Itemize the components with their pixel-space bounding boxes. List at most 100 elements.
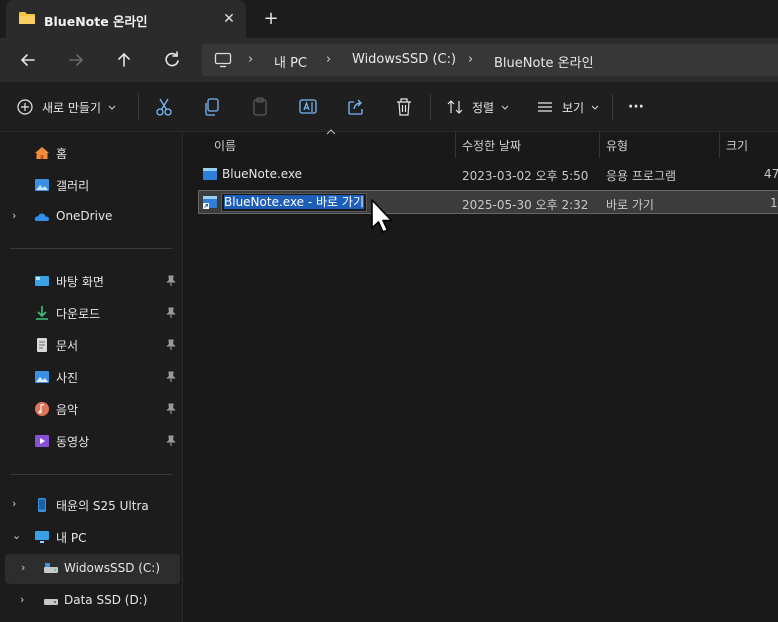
phone-icon	[38, 498, 46, 512]
folder-icon	[19, 12, 35, 24]
sidebar-item-label: 내 PC	[56, 531, 87, 545]
column-divider[interactable]	[455, 132, 456, 158]
file-type: 응용 프로그램	[606, 169, 677, 183]
pin-icon[interactable]	[164, 370, 178, 384]
sidebar-item-pictures[interactable]: 사진	[0, 362, 183, 392]
back-arrow-icon[interactable]	[16, 48, 40, 72]
home-icon	[35, 147, 49, 159]
sidebar-item-downloads[interactable]: 다운로드	[0, 298, 183, 328]
pin-icon[interactable]	[164, 274, 178, 288]
chevron-down-icon[interactable]: ⌄	[12, 529, 24, 543]
close-tab-icon[interactable]: ✕	[219, 9, 239, 29]
chevron-right-icon[interactable]: ›	[12, 497, 24, 511]
sidebar-item-label: Data SSD (D:)	[64, 593, 148, 607]
column-header-type[interactable]: 유형	[606, 132, 628, 158]
breadcrumb-chevron[interactable]: ›	[468, 52, 473, 67]
sort-button[interactable]: 정렬	[446, 96, 510, 118]
share-icon[interactable]	[346, 96, 366, 118]
gallery-icon	[35, 179, 49, 191]
table-row-selected[interactable]: BlueNote.exe - 바로 가기 2025-05-30 오후 2:32 …	[198, 190, 778, 214]
column-divider[interactable]	[599, 132, 600, 158]
file-size: 1	[770, 196, 778, 210]
chevron-down-icon	[108, 105, 116, 110]
sidebar-item-music[interactable]: 음악	[0, 394, 183, 424]
sidebar-item-gallery[interactable]: 갤러리	[0, 170, 183, 200]
plus-circle-icon	[17, 99, 33, 115]
application-icon	[203, 168, 217, 180]
delete-icon[interactable]	[394, 96, 414, 118]
chevron-right-icon[interactable]: ›	[20, 593, 32, 607]
view-label: 보기	[562, 100, 585, 115]
breadcrumb-this-pc[interactable]: 내 PC	[274, 52, 307, 71]
file-modified: 2025-05-30 오후 2:32	[462, 198, 589, 212]
more-options-button[interactable]: ···	[628, 96, 644, 118]
pin-icon[interactable]	[164, 338, 178, 352]
breadcrumb-chevron[interactable]: ›	[326, 52, 331, 67]
monitor-icon	[214, 52, 232, 68]
pictures-icon	[35, 371, 49, 383]
chevron-down-icon	[501, 105, 509, 110]
sort-ascending-icon	[326, 129, 336, 135]
sidebar-item-label: WidowsSSD (C:)	[64, 561, 161, 575]
shortcut-icon	[203, 196, 217, 209]
sidebar-item-label: 태윤의 S25 Ultra	[56, 499, 149, 513]
breadcrumb-bluenote[interactable]: BlueNote 온라인	[494, 52, 594, 71]
command-bar: 새로 만들기 정렬 보기 ···	[0, 82, 778, 132]
new-tab-button[interactable]: +	[260, 8, 282, 30]
breadcrumb-chevron[interactable]: ›	[248, 52, 253, 67]
chevron-right-icon[interactable]: ›	[21, 561, 33, 575]
pin-icon[interactable]	[164, 306, 178, 320]
column-header-size[interactable]: 크기	[726, 132, 748, 158]
sidebar-item-onedrive[interactable]: › OneDrive	[0, 202, 183, 232]
toolbar-divider	[430, 94, 431, 120]
column-header-modified[interactable]: 수정한 날짜	[462, 132, 521, 158]
pin-icon[interactable]	[164, 434, 178, 448]
pin-icon[interactable]	[164, 402, 178, 416]
video-icon	[35, 435, 49, 447]
sidebar-item-videos[interactable]: 동영상	[0, 426, 183, 456]
sidebar-item-home[interactable]: 홈	[0, 138, 183, 168]
list-view-icon	[538, 102, 552, 112]
sidebar-item-drive-d[interactable]: › Data SSD (D:)	[0, 586, 183, 616]
rename-icon[interactable]	[298, 96, 318, 118]
toolbar-divider	[138, 94, 139, 120]
breadcrumb-drive-c[interactable]: WidowsSSD (C:)	[352, 52, 456, 67]
paste-icon[interactable]	[250, 96, 270, 118]
address-bar[interactable]: › 내 PC › WidowsSSD (C:) › BlueNote 온라인	[202, 44, 778, 76]
table-row[interactable]: BlueNote.exe 2023-03-02 오후 5:50 응용 프로그램 …	[198, 162, 778, 186]
sidebar-item-label: 음악	[56, 403, 79, 417]
this-pc-icon	[35, 531, 49, 543]
drive-d-icon	[44, 599, 58, 605]
desktop-icon	[35, 276, 49, 286]
sidebar-item-drive-c[interactable]: › WidowsSSD (C:)	[5, 554, 180, 584]
copy-icon[interactable]	[202, 96, 222, 118]
view-button[interactable]: 보기	[536, 96, 600, 118]
navigation-bar: › 내 PC › WidowsSSD (C:) › BlueNote 온라인	[0, 38, 778, 82]
sidebar-item-label: 바탕 화면	[56, 275, 104, 289]
new-button-label: 새로 만들기	[42, 100, 102, 115]
sort-icon	[447, 100, 463, 114]
sidebar-item-phone[interactable]: › 태윤의 S25 Ultra	[0, 490, 183, 520]
sidebar-item-label: 갤러리	[56, 179, 90, 193]
cut-icon[interactable]	[154, 96, 174, 118]
active-tab[interactable]: BlueNote 온라인 ✕	[6, 0, 246, 38]
file-type: 바로 가기	[606, 198, 654, 212]
sidebar-item-label: OneDrive	[56, 209, 113, 223]
tab-title: BlueNote 온라인	[44, 14, 148, 29]
column-divider[interactable]	[719, 132, 720, 158]
rename-selected-text: BlueNote.exe - 바로 가기	[224, 195, 364, 209]
up-arrow-icon[interactable]	[112, 48, 136, 72]
new-button[interactable]: 새로 만들기	[16, 96, 117, 118]
rename-input[interactable]: BlueNote.exe - 바로 가기	[221, 193, 367, 212]
chevron-right-icon[interactable]: ›	[12, 209, 24, 223]
forward-arrow-icon[interactable]	[64, 48, 88, 72]
drive-c-icon	[44, 563, 58, 573]
sidebar-item-desktop[interactable]: 바탕 화면	[0, 266, 183, 296]
sidebar-item-documents[interactable]: 문서	[0, 330, 183, 360]
sidebar-item-this-pc[interactable]: ⌄ 내 PC	[0, 522, 183, 552]
column-header-name[interactable]: 이름	[214, 132, 236, 158]
refresh-icon[interactable]	[160, 48, 184, 72]
download-icon	[36, 306, 48, 320]
sidebar-item-label: 다운로드	[56, 307, 101, 321]
sidebar-divider	[10, 474, 172, 475]
